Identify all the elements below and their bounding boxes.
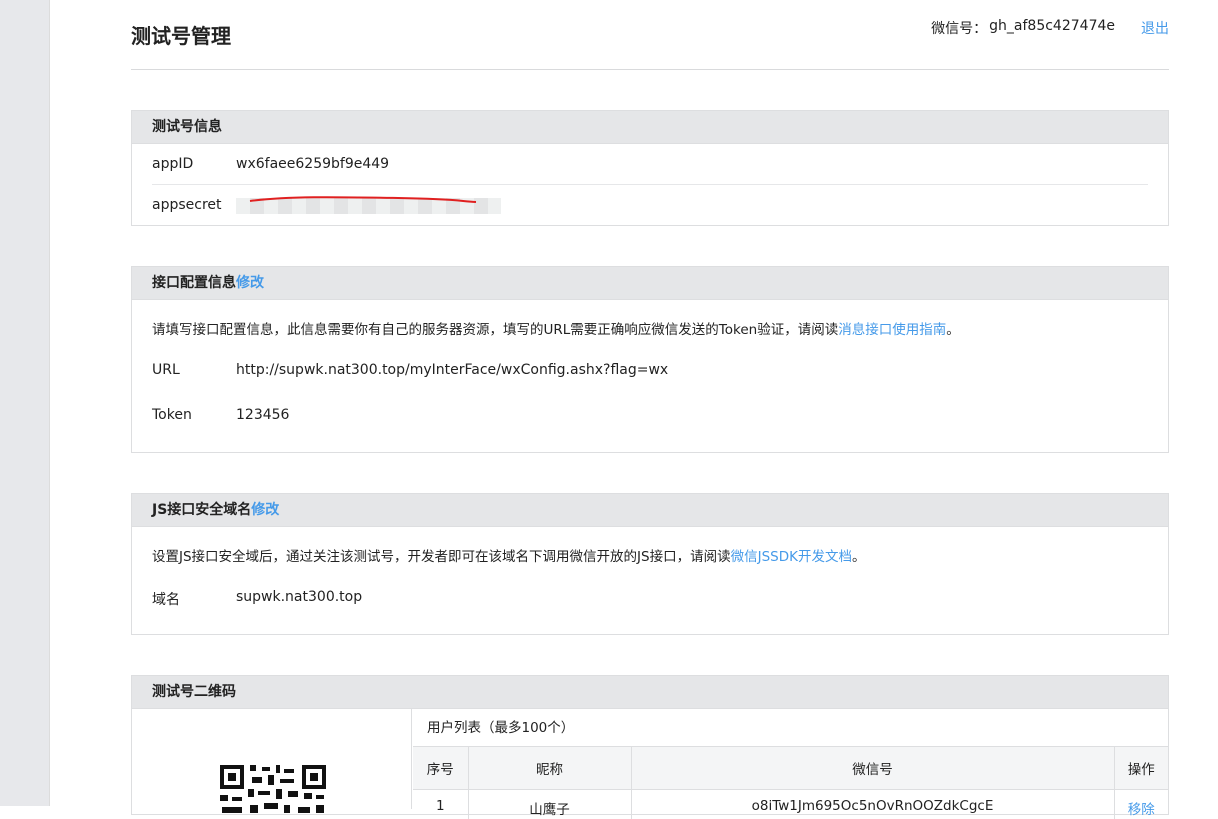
- logout-link[interactable]: 退出: [1141, 18, 1169, 38]
- interface-config-panel: 接口配置信息修改 请填写接口配置信息，此信息需要你有自己的服务器资源，填写的UR…: [131, 266, 1169, 453]
- interface-config-description: 请填写接口配置信息，此信息需要你有自己的服务器资源，填写的URL需要正确响应微信…: [132, 300, 1168, 350]
- js-domain-title: JS接口安全域名修改: [132, 494, 1168, 527]
- appsecret-label: appsecret: [152, 197, 222, 213]
- user-list-caption: 用户列表（最多100个）: [413, 709, 1168, 747]
- js-domain-panel: JS接口安全域名修改 设置JS接口安全域后，通过关注该测试号，开发者即可在该域名…: [131, 493, 1169, 635]
- user-action-cell: 移除: [1114, 789, 1168, 819]
- interface-config-desc-text: 请填写接口配置信息，此信息需要你有自己的服务器资源，填写的URL需要正确响应微信…: [152, 322, 839, 338]
- interface-config-title: 接口配置信息修改: [132, 267, 1168, 300]
- interface-config-desc-end: 。: [946, 322, 960, 338]
- user-list: 用户列表（最多100个） 序号 昵称 微信号 操作 1 山鹰子 o8iTw1Jm…: [413, 709, 1168, 819]
- interface-config-edit-link[interactable]: 修改: [236, 275, 264, 291]
- js-domain-edit-link[interactable]: 修改: [251, 502, 279, 518]
- js-domain-desc-text: 设置JS接口安全域后，通过关注该测试号，开发者即可在该域名下调用微信开放的JS接…: [152, 549, 731, 565]
- table-row: 1 山鹰子 o8iTw1Jm695Oc5nOvRnOOZdkCgcE 移除: [413, 789, 1168, 819]
- qr-code-area: [132, 709, 412, 813]
- column-header-nickname: 昵称: [468, 747, 632, 790]
- js-domain-description: 设置JS接口安全域后，通过关注该测试号，开发者即可在该域名下调用微信开放的JS接…: [132, 527, 1168, 577]
- interface-config-title-text: 接口配置信息: [152, 275, 236, 291]
- test-info-title-text: 测试号信息: [152, 119, 222, 135]
- appid-label: appID: [152, 156, 194, 172]
- url-label: URL: [152, 362, 180, 378]
- qr-code-icon: [220, 765, 326, 813]
- user-table: 序号 昵称 微信号 操作 1 山鹰子 o8iTw1Jm695Oc5nOvRnOO…: [413, 747, 1168, 819]
- message-interface-guide-link[interactable]: 消息接口使用指南: [838, 322, 946, 338]
- js-domain-title-text: JS接口安全域名: [152, 502, 252, 518]
- page-header: 测试号管理 微信号： gh_af85c427474e 退出: [131, 0, 1169, 70]
- token-row: Token 123456: [132, 395, 1168, 440]
- account-label: 微信号：: [931, 21, 988, 37]
- domain-row: 域名 supwk.nat300.top: [132, 577, 1168, 622]
- column-header-index: 序号: [413, 747, 469, 790]
- test-info-title: 测试号信息: [132, 111, 1168, 144]
- jssdk-docs-link[interactable]: 微信JSSDK开发文档: [731, 549, 852, 565]
- test-info-panel: 测试号信息 appID wx6faee6259bf9e449 appsecret: [131, 110, 1169, 226]
- account-id: gh_af85c427474e: [989, 18, 1115, 34]
- qr-code-title: 测试号二维码: [132, 676, 1168, 709]
- url-row: URL http://supwk.nat300.top/myInterFace/…: [132, 350, 1168, 395]
- qr-code-title-text: 测试号二维码: [152, 684, 236, 700]
- qr-code-panel: 测试号二维码 用户列表（最多100个） 序号 昵称 微信号 操作 1 山鹰子 o…: [131, 675, 1169, 819]
- domain-value: supwk.nat300.top: [236, 589, 363, 605]
- user-nickname: 山鹰子: [468, 789, 632, 819]
- js-domain-desc-end: 。: [851, 549, 866, 565]
- redaction-scribble-icon: [249, 196, 477, 203]
- column-header-wechat-id: 微信号: [631, 747, 1115, 790]
- user-index: 1: [413, 789, 469, 819]
- page-title: 测试号管理: [131, 24, 231, 48]
- token-label: Token: [152, 407, 192, 423]
- token-value: 123456: [236, 407, 290, 423]
- column-header-action: 操作: [1114, 747, 1168, 790]
- user-wechat-id: o8iTw1Jm695Oc5nOvRnOOZdkCgcE: [631, 789, 1115, 819]
- domain-label: 域名: [152, 592, 180, 608]
- appsecret-row: appsecret: [132, 185, 1168, 225]
- account-info: 微信号： gh_af85c427474e 退出: [931, 18, 1169, 38]
- remove-user-link[interactable]: 移除: [1128, 802, 1155, 818]
- appid-value: wx6faee6259bf9e449: [236, 156, 390, 172]
- page-content: 测试号管理 微信号： gh_af85c427474e 退出 测试号信息 appI…: [131, 0, 1169, 819]
- url-value: http://supwk.nat300.top/myInterFace/wxCo…: [236, 362, 669, 378]
- appid-row: appID wx6faee6259bf9e449: [132, 144, 1168, 184]
- left-sidebar: [0, 0, 50, 806]
